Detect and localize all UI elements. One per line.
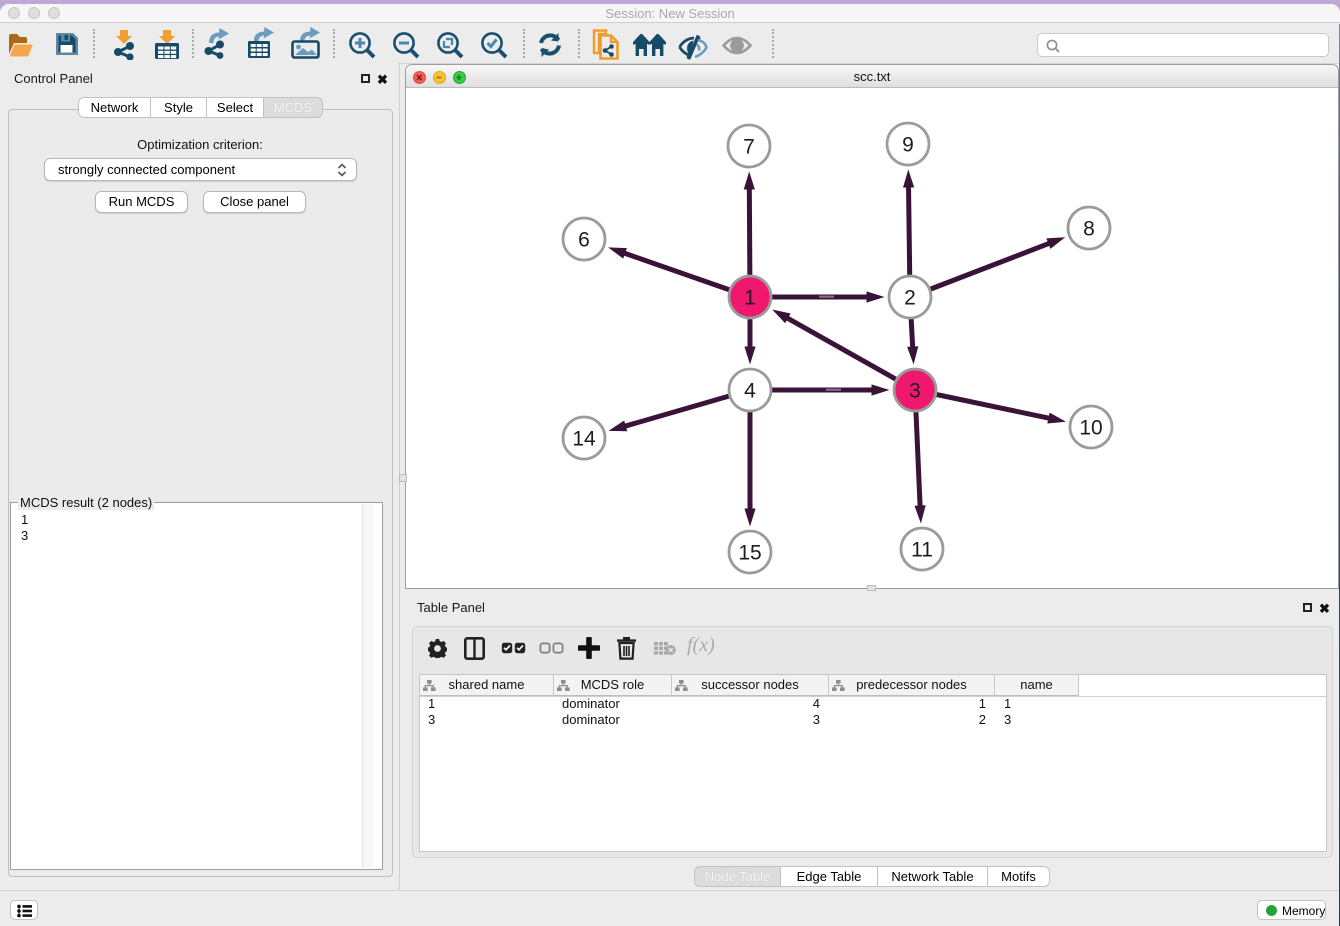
svg-text:14: 14 — [572, 428, 596, 451]
svg-text:8: 8 — [1083, 218, 1095, 241]
svg-text:11: 11 — [911, 539, 933, 562]
svg-text:15: 15 — [738, 542, 761, 565]
svg-text:2: 2 — [904, 287, 916, 310]
svg-text:3: 3 — [909, 380, 921, 403]
svg-text:1: 1 — [744, 287, 756, 310]
svg-text:4: 4 — [744, 380, 756, 403]
svg-text:6: 6 — [578, 229, 590, 252]
svg-text:9: 9 — [902, 134, 914, 157]
svg-text:10: 10 — [1079, 417, 1102, 440]
svg-text:7: 7 — [743, 136, 755, 159]
